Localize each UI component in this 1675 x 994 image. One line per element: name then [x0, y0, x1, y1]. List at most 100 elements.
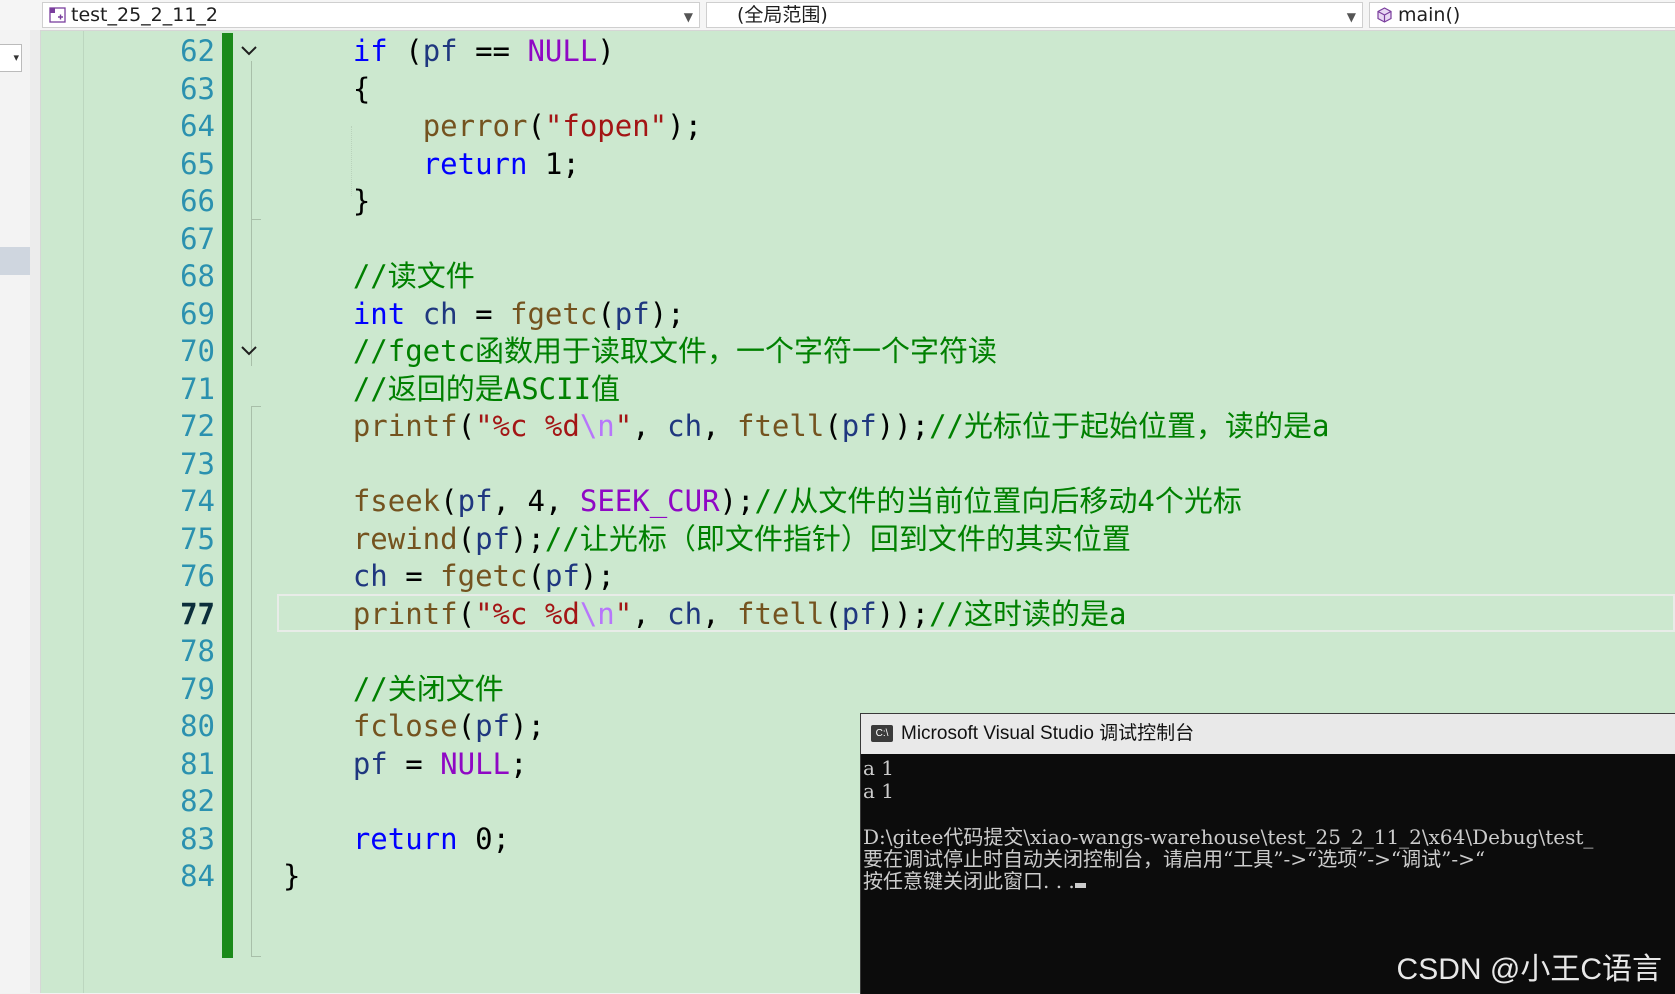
- code-text[interactable]: }: [283, 856, 300, 896]
- code-token: ));: [876, 596, 930, 631]
- code-line[interactable]: 65 return 1;: [41, 144, 1675, 184]
- code-token: ,: [702, 409, 737, 443]
- project-dropdown[interactable]: test_25_2_11_2 ▼: [42, 2, 700, 28]
- fold-end-marker: [251, 406, 261, 407]
- code-token: (: [440, 484, 458, 518]
- code-line[interactable]: 68 //读文件: [41, 256, 1675, 296]
- code-token: perror: [422, 109, 528, 143]
- code-text[interactable]: if (pf == NULL): [283, 31, 615, 71]
- code-token: "%c %d: [475, 596, 580, 631]
- code-text[interactable]: printf("%c %d\n", ch, ftell(pf));//光标位于起…: [283, 406, 1330, 446]
- code-line[interactable]: 77 printf("%c %d\n", ch, ftell(pf));//这时…: [41, 593, 1675, 634]
- code-token: //返回的是ASCII值: [352, 371, 621, 406]
- collapse-chevron-icon[interactable]: [238, 39, 260, 61]
- line-number: 66: [180, 184, 215, 218]
- code-line[interactable]: 66 }: [41, 181, 1675, 221]
- code-line[interactable]: 63 {: [41, 69, 1675, 109]
- code-line[interactable]: 79 //关闭文件: [41, 669, 1675, 709]
- console-title: Microsoft Visual Studio 调试控制台: [901, 723, 1195, 744]
- function-dropdown[interactable]: main(): [1369, 2, 1675, 28]
- line-number: 69: [180, 296, 215, 331]
- code-token: "%c %d: [475, 409, 580, 443]
- code-token: ;: [562, 146, 580, 181]
- line-number: 62: [180, 34, 215, 68]
- code-text[interactable]: return 0;: [283, 819, 510, 859]
- code-text[interactable]: }: [283, 181, 370, 221]
- pane-splitter[interactable]: [30, 30, 41, 993]
- chevron-down-icon[interactable]: ▼: [1347, 5, 1356, 29]
- line-number: 82: [180, 784, 215, 818]
- code-token: );: [719, 484, 755, 518]
- selected-tool-tab[interactable]: [0, 247, 30, 275]
- code-token: ch: [352, 559, 388, 593]
- code-text[interactable]: //fgetc函数用于读取文件，一个字符一个字符读: [283, 331, 997, 371]
- code-line[interactable]: 67: [41, 219, 1675, 259]
- code-line[interactable]: 64 perror("fopen");: [41, 106, 1675, 146]
- console-line: 要在调试停止时自动关闭控制台，请启用“工具”->“选项”->“调试”->“: [863, 847, 1486, 871]
- code-token: SEEK_CUR: [579, 484, 720, 518]
- code-token: );: [510, 521, 545, 556]
- code-token: ch: [667, 596, 703, 631]
- scope-name: (全局范围): [737, 4, 828, 26]
- code-token: (: [597, 296, 615, 331]
- left-tool-strip: ▾: [0, 30, 31, 993]
- mini-dropdown[interactable]: ▾: [0, 44, 22, 72]
- code-line[interactable]: 70 //fgetc函数用于读取文件，一个字符一个字符读: [41, 331, 1675, 371]
- code-line[interactable]: 75 rewind(pf);//让光标（即文件指针）回到文件的其实位置: [41, 519, 1675, 559]
- code-token: );: [579, 559, 615, 593]
- code-text[interactable]: return 1;: [283, 144, 580, 184]
- code-text[interactable]: ch = fgetc(pf);: [283, 556, 615, 596]
- code-token: ));: [876, 409, 930, 443]
- code-token: NULL: [527, 34, 598, 68]
- code-token: 4: [527, 484, 545, 518]
- code-token: ==: [457, 34, 528, 68]
- code-line[interactable]: 69 int ch = fgetc(pf);: [41, 294, 1675, 334]
- code-token: int: [352, 296, 406, 331]
- code-token: //光标位于起始位置，读的是a: [929, 409, 1330, 443]
- line-number: 63: [180, 71, 215, 106]
- code-text[interactable]: {: [283, 69, 370, 109]
- code-token: return: [352, 821, 458, 856]
- navigation-bar: test_25_2_11_2 ▼ (全局范围) ▼ main(): [0, 0, 1675, 31]
- code-text[interactable]: fclose(pf);: [283, 706, 545, 746]
- code-line[interactable]: 74 fseek(pf, 4, SEEK_CUR);//从文件的当前位置向后移动…: [41, 481, 1675, 521]
- code-token: "fopen": [544, 109, 668, 143]
- code-text[interactable]: //返回的是ASCII值: [283, 369, 620, 409]
- code-line[interactable]: 73: [41, 444, 1675, 484]
- line-number: 81: [180, 746, 215, 781]
- code-token: (: [527, 109, 545, 143]
- code-token: (: [387, 34, 423, 68]
- code-text[interactable]: pf = NULL;: [283, 744, 528, 784]
- collapse-chevron-icon[interactable]: [238, 339, 260, 361]
- watermark: CSDN @小王C语言: [1396, 953, 1662, 986]
- debug-console-window[interactable]: C:\ Microsoft Visual Studio 调试控制台 a 1 a …: [860, 713, 1675, 994]
- code-line[interactable]: 71 //返回的是ASCII值: [41, 369, 1675, 409]
- console-title-bar[interactable]: C:\ Microsoft Visual Studio 调试控制台: [861, 714, 1675, 754]
- code-text[interactable]: printf("%c %d\n", ch, ftell(pf));//这时读的是…: [283, 594, 1127, 634]
- code-token: =: [387, 559, 441, 593]
- code-token: //从文件的当前位置向后移动4个光标: [754, 484, 1242, 518]
- code-text[interactable]: rewind(pf);//让光标（即文件指针）回到文件的其实位置: [283, 519, 1131, 559]
- line-number: 84: [180, 859, 215, 893]
- code-token: ch: [422, 296, 458, 331]
- line-number: 70: [180, 334, 215, 368]
- code-text[interactable]: //读文件: [283, 256, 475, 296]
- code-token: 0: [475, 821, 493, 856]
- code-token: pf: [841, 409, 877, 443]
- code-token: (: [824, 596, 842, 631]
- code-text[interactable]: //关闭文件: [283, 669, 504, 709]
- code-token: printf: [352, 596, 458, 631]
- code-token: );: [510, 709, 545, 743]
- code-line[interactable]: 72 printf("%c %d\n", ch, ftell(pf));//光标…: [41, 406, 1675, 446]
- scope-dropdown[interactable]: (全局范围) ▼: [706, 2, 1363, 28]
- code-line[interactable]: 78: [41, 631, 1675, 671]
- chevron-down-icon[interactable]: ▼: [684, 5, 693, 29]
- code-text[interactable]: fseek(pf, 4, SEEK_CUR);//从文件的当前位置向后移动4个光…: [283, 481, 1242, 521]
- code-line[interactable]: 62 if (pf == NULL): [41, 31, 1675, 71]
- code-text[interactable]: perror("fopen");: [283, 106, 702, 146]
- console-output[interactable]: a 1 a 1 D:\gitee代码提交\xiao-wangs-warehous…: [861, 756, 1675, 994]
- code-line[interactable]: 76 ch = fgetc(pf);: [41, 556, 1675, 596]
- code-text[interactable]: int ch = fgetc(pf);: [283, 294, 685, 334]
